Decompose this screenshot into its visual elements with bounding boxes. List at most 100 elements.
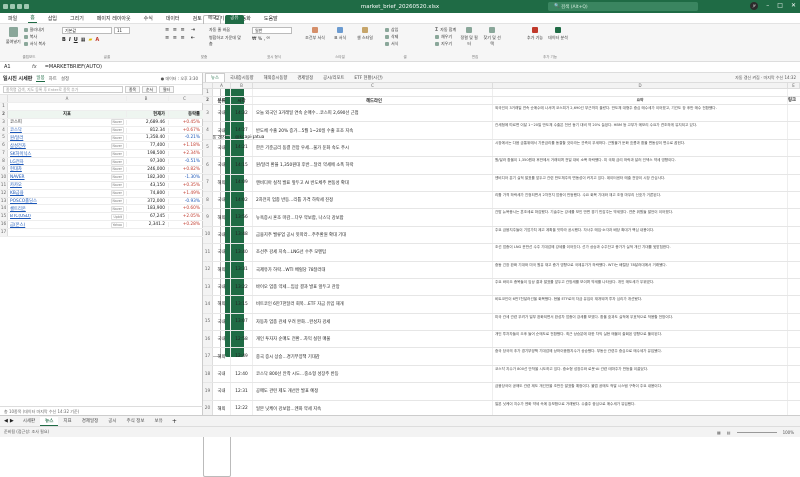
news-summary[interactable]: 미국 관세 관련 우려가 일부 완화되면서 완성차 업종이 강세를 보였다. 환… xyxy=(493,313,788,331)
news-category[interactable]: 해외 xyxy=(213,296,231,313)
cell-change[interactable]: -0.93% xyxy=(168,198,203,204)
cell-price[interactable]: 1,358.40 xyxy=(126,135,168,141)
italic-icon[interactable]: I xyxy=(69,37,71,43)
cell-price[interactable]: 77,400 xyxy=(126,143,168,149)
news-time[interactable]: 13:56 xyxy=(231,209,253,226)
sheet-tab[interactable]: 시세판 xyxy=(18,417,40,425)
news-summary[interactable]: 엔비디아 분기 실적 발표를 앞두고 관련 반도체주의 변동성이 커지고 있다.… xyxy=(493,174,788,191)
news-row[interactable]: 12 해외 13:31 국제유가 하락…WTI 배럴당 78달러대 중동 긴장 완화 기… xyxy=(203,261,800,279)
font-name-select[interactable]: 기본값 xyxy=(62,27,112,34)
wrap-text-button[interactable]: 자동 줄 바꿈 xyxy=(209,27,243,33)
news-category[interactable]: 국내 xyxy=(213,105,231,122)
news-summary[interactable]: 중국 당국의 추가 경기부양책 기대감에 상하이종합지수가 상승했다. 부동산 … xyxy=(493,348,788,365)
row-number[interactable]: 13 xyxy=(0,197,8,205)
news-tab[interactable]: ETF 현황(시간) xyxy=(349,74,387,82)
format-cells-button[interactable]: 서식 xyxy=(385,41,425,47)
news-row[interactable]: 6 국내 14:15 원/달러 환율 1,350원대 후반…달러 약세에 소폭 하락 원… xyxy=(203,157,800,175)
menu-file[interactable]: 파일 xyxy=(6,14,19,23)
quote-row[interactable]: 5 원/달러 Naver 1,358.40 -0.21% xyxy=(0,134,203,143)
col-header-a[interactable]: A xyxy=(8,96,126,101)
cell-price[interactable]: 67,245 xyxy=(126,214,168,220)
news-link[interactable] xyxy=(788,314,800,330)
news-summary[interactable]: 비트코인이 6만7천달러선을 회복했다. 현물 ETF로의 자금 유입이 재개되… xyxy=(493,296,788,313)
border-icon[interactable]: ▦ xyxy=(81,37,86,43)
filter-button[interactable]: 필터 xyxy=(159,86,174,93)
cell-change[interactable]: +1.18% xyxy=(168,143,203,149)
news-time[interactable]: 12:49 xyxy=(231,348,253,365)
news-time[interactable]: 13:15 xyxy=(231,296,253,313)
row-number[interactable]: 4 xyxy=(0,126,8,134)
news-category[interactable]: 해외 xyxy=(213,261,231,278)
news-headline[interactable]: 중국 증시 상승…경기부양책 기대감 xyxy=(253,348,493,365)
cell-name[interactable]: LG전자 Naver xyxy=(8,158,126,165)
menu-page-layout[interactable]: 페이지 레이아웃 xyxy=(95,14,133,23)
cell-name[interactable]: 셀트리온 Naver xyxy=(8,205,126,212)
news-link[interactable] xyxy=(788,105,800,121)
next-sheet-icon[interactable]: ▶ xyxy=(10,418,14,424)
row-number[interactable]: 7 xyxy=(203,174,213,191)
news-time[interactable]: 13:07 xyxy=(231,313,253,331)
news-link[interactable] xyxy=(788,383,800,399)
view-layout-icon[interactable]: ▤ xyxy=(727,430,731,435)
symbol-name[interactable]: 금(온스) xyxy=(10,222,25,228)
menu-formulas[interactable]: 수식 xyxy=(142,14,155,23)
news-row[interactable]: 19 국내 12:31 공매도 관련 제도 개선안 발표 예정 금융당국이 공매도 관련… xyxy=(203,383,800,401)
news-time[interactable]: 13:40 xyxy=(231,244,253,261)
symbol-name[interactable]: 셀트리온 xyxy=(10,206,26,212)
row-number[interactable]: 14 xyxy=(203,296,213,313)
news-row[interactable]: 8 국내 14:02 2차전지 업종 반등…리튬 가격 하락세 진정 리튬 가격 하락세… xyxy=(203,191,800,210)
quote-row[interactable]: 8 LG전자 Naver 97,300 -0.51% xyxy=(0,158,203,167)
news-time[interactable]: 14:02 xyxy=(231,191,253,209)
news-summary[interactable]: 시장에서는 다음 금통위에서 기준금리를 동결할 것이라는 관측이 우세하다. … xyxy=(493,139,788,157)
news-category[interactable]: 국내 xyxy=(213,157,231,174)
news-summary[interactable]: 리튬 가격 하락세가 진정되면서 2차전지 업종이 반등했다. 수요 회복 기대… xyxy=(493,191,788,209)
news-tab[interactable]: 공시/리포트 xyxy=(318,74,349,82)
news-row[interactable]: 18 국내 12:40 코스닥 800선 안착 시도…중소형 성장주 반등 코스닥 지수… xyxy=(203,365,800,384)
row-number[interactable]: 9 xyxy=(0,166,8,173)
col-header-b[interactable]: B xyxy=(231,83,253,88)
quote-row[interactable]: 9 현대차 Naver 246,000 +0.82% xyxy=(0,166,203,174)
cell-name[interactable]: SK하이닉스 Naver xyxy=(8,150,126,157)
news-headline[interactable]: 뉴욕증시 혼조 마감…다우 약보합, 나스닥 강보합 xyxy=(253,209,493,226)
news-tab[interactable]: 뉴스 xyxy=(205,73,225,82)
row-number[interactable]: 1 xyxy=(203,89,213,96)
cell-change[interactable]: +0.28% xyxy=(168,222,203,228)
row-number[interactable]: 15 xyxy=(0,213,8,221)
menu-data[interactable]: 데이터 xyxy=(164,14,182,23)
news-link[interactable] xyxy=(788,140,800,156)
news-link[interactable] xyxy=(788,366,800,382)
row-number[interactable]: 3 xyxy=(203,105,213,122)
row-number[interactable]: 15 xyxy=(203,313,213,331)
menu-review[interactable]: 검토 xyxy=(191,14,204,23)
row-number[interactable]: 12 xyxy=(203,261,213,278)
news-row-1[interactable]: 1 xyxy=(203,89,800,97)
name-box[interactable]: A1 xyxy=(0,64,24,70)
news-link[interactable] xyxy=(788,262,800,278)
news-headline[interactable]: 국제유가 하락…WTI 배럴당 78달러대 xyxy=(253,261,493,278)
cell-change[interactable]: +0.60% xyxy=(168,206,203,212)
row-number[interactable]: 4 xyxy=(203,122,213,139)
news-row[interactable]: 16 국내 12:58 개인 투자자 순매도 전환…차익 실현 매물 개인 투자자들이 … xyxy=(203,331,800,349)
symbol-name[interactable]: 카카오 xyxy=(10,182,22,188)
quote-row[interactable]: 14 셀트리온 Naver 183,900 +0.60% xyxy=(0,205,203,214)
news-headline[interactable]: 조선주 강세 지속…LNG선 수주 모멘텀 xyxy=(253,244,493,261)
news-link[interactable] xyxy=(788,157,800,173)
cell-name[interactable]: 코스피 Naver xyxy=(8,119,126,126)
row-number[interactable]: 17 xyxy=(0,229,8,237)
news-row[interactable]: 15 국내 13:07 자동차 업종 관세 우려 완화…완성차 강세 미국 관세 관련 … xyxy=(203,313,800,332)
number-format-icons[interactable]: ₩ % , ⁰⁰ xyxy=(252,37,296,42)
news-headline[interactable]: 자동차 업종 관세 우려 완화…완성차 강세 xyxy=(253,313,493,331)
cell-price[interactable]: 2,341.2 xyxy=(126,222,168,228)
cell-price[interactable]: 372,000 xyxy=(126,198,168,204)
col-header-e[interactable]: E xyxy=(788,83,800,88)
news-summary[interactable]: 간밤 뉴욕증시는 혼조세로 마감했다. 기술주는 강세를 보인 반면 경기 민감… xyxy=(493,209,788,226)
sheet-tab[interactable]: 지표 xyxy=(58,417,76,425)
row-number[interactable]: 10 xyxy=(203,226,213,244)
row-number[interactable]: 6 xyxy=(0,142,8,150)
news-row[interactable]: 5 국내 14:21 한은 기준금리 동결 전망 우세…물가 둔화 속도 주시 시장에서… xyxy=(203,139,800,158)
news-category[interactable]: 국내 xyxy=(213,331,231,348)
symbol-name[interactable]: 현대차 xyxy=(10,166,22,172)
cell-name[interactable]: 현대차 Naver xyxy=(8,166,126,173)
cell-change[interactable]: -0.21% xyxy=(168,135,203,141)
news-summary[interactable]: 조선 업종이 LNG 운반선 수주 기대감에 강세를 이어갔다. 선가 상승과 … xyxy=(493,244,788,261)
